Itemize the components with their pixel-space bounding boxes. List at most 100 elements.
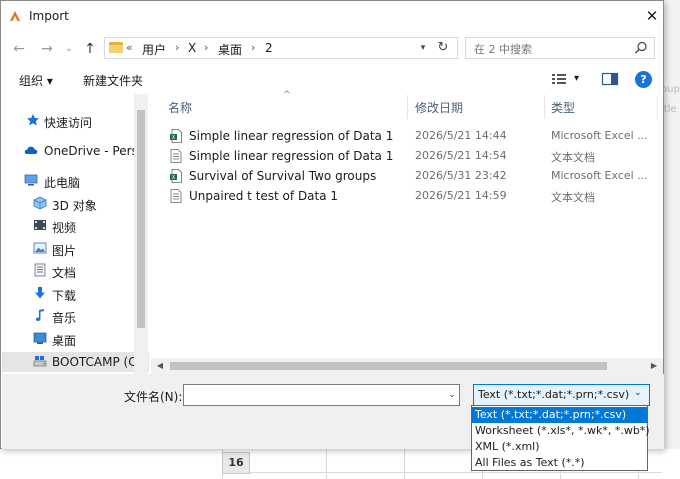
breadcrumb-item[interactable]: 2 (265, 41, 273, 55)
scrollbar-thumb[interactable] (170, 362, 607, 370)
picture-icon (33, 242, 47, 254)
file-row[interactable]: Simple linear regression of Data 1 2026/… (165, 146, 655, 166)
desktop-icon (33, 332, 47, 344)
filetype-dropdown-arrow[interactable]: ⌄ (634, 388, 642, 398)
scroll-right-arrow[interactable]: ▶ (647, 359, 661, 373)
breadcrumb-item[interactable]: 桌面 (218, 41, 242, 58)
navigation-pane-scrollbar[interactable] (134, 94, 148, 376)
filetype-option[interactable]: Worksheet (*.xls*, *.wk*, *.wb*) (472, 423, 650, 439)
nav-item-onedrive[interactable]: OneDrive - Perso (2, 141, 149, 161)
nav-item-label: 视频 (52, 221, 77, 235)
filetype-option[interactable]: XML (*.xml) (472, 439, 647, 455)
breadcrumb-overflow[interactable]: « (126, 41, 133, 54)
nav-item-this-pc[interactable]: 此电脑 (2, 171, 149, 191)
breadcrumb-separator[interactable]: › (251, 41, 255, 54)
video-icon (34, 220, 46, 230)
nav-item-label: BOOTCAMP (C (52, 355, 137, 369)
drive-icon (33, 356, 47, 367)
nav-item-documents[interactable]: 文档 (2, 261, 149, 281)
nav-item-label: 图片 (52, 244, 77, 258)
filetype-option[interactable]: All Files as Text (*.*) (472, 455, 647, 471)
search-input[interactable] (472, 40, 626, 58)
filetype-option[interactable]: Text (*.txt;*.dat;*.prn;*.csv) (472, 407, 647, 423)
nav-item-label: 快速访问 (44, 116, 93, 130)
nav-item-downloads[interactable]: 下载 (2, 284, 149, 304)
column-header-type[interactable]: 类型 (551, 99, 575, 116)
nav-item-desktop[interactable]: 桌面 (2, 329, 149, 349)
close-button[interactable]: ✕ (641, 5, 663, 27)
filename-combobox[interactable]: ⌄ (183, 384, 460, 406)
file-name: Simple linear regression of Data 1 (189, 129, 394, 143)
excel-file-icon: X (170, 129, 182, 143)
organize-button[interactable]: 组织 ▾ (19, 72, 53, 89)
file-row[interactable]: X Simple linear regression of Data 1 202… (165, 126, 655, 146)
recent-locations-button[interactable]: ⌄ (59, 39, 79, 59)
cube-icon (33, 196, 47, 210)
nav-item-label: 下载 (52, 289, 77, 303)
view-options-icon[interactable] (550, 71, 568, 87)
nav-item-quick-access[interactable]: 快速访问 (2, 111, 149, 131)
nav-item-label: 3D 对象 (52, 199, 97, 213)
file-type: 文本文档 (551, 191, 595, 204)
nav-item-bootcamp-drive[interactable]: BOOTCAMP (C (2, 352, 149, 372)
breadcrumb-item[interactable]: X (188, 41, 196, 55)
text-file-icon (170, 189, 182, 203)
breadcrumb-separator[interactable]: › (204, 41, 208, 54)
search-box[interactable] (465, 37, 655, 59)
new-folder-button[interactable]: 新建文件夹 (83, 72, 143, 89)
folder-icon (109, 42, 123, 53)
view-dropdown-arrow[interactable]: ▾ (574, 73, 579, 84)
filetype-select[interactable]: Text (*.txt;*.dat;*.prn;*.csv) ⌄ (473, 384, 650, 406)
scrollbar-thumb[interactable] (137, 110, 145, 328)
nav-item-videos[interactable]: 视频 (2, 216, 149, 236)
file-date: 2026/5/21 14:44 (415, 129, 507, 142)
file-row[interactable]: Unpaired t test of Data 1 2026/5/21 14:5… (165, 186, 655, 206)
download-icon (35, 287, 45, 299)
text-file-icon (170, 149, 182, 163)
filename-label: 文件名(N): (124, 390, 183, 404)
file-type: Microsoft Excel ... (551, 169, 648, 182)
address-history-dropdown[interactable]: ▾ (414, 39, 432, 57)
address-bar[interactable]: « 用户 › X › 桌面 › 2 (104, 37, 458, 59)
document-icon (34, 263, 46, 277)
row-number[interactable]: 16 (222, 452, 250, 474)
scroll-left-arrow[interactable]: ◀ (153, 359, 167, 373)
navigation-pane[interactable]: 快速访问 OneDrive - Perso 此电脑 3D 对象 视频 图片 文档… (2, 94, 149, 374)
file-row[interactable]: X Survival of Survival Two groups 2026/5… (165, 166, 655, 186)
nav-item-label: 此电脑 (44, 176, 81, 190)
excel-file-icon: X (170, 169, 182, 183)
file-name: Survival of Survival Two groups (189, 169, 377, 183)
cloud-icon (24, 146, 38, 154)
column-header-name[interactable]: 名称 (168, 99, 192, 116)
back-button[interactable]: ← (9, 39, 29, 59)
up-button[interactable]: ↑ (80, 39, 100, 59)
file-date: 2026/5/21 14:59 (415, 189, 507, 202)
forward-button[interactable]: → (37, 39, 57, 59)
file-name: Unpaired t test of Data 1 (189, 189, 339, 203)
file-list-horizontal-scrollbar[interactable]: ◀ ▶ (151, 358, 663, 374)
file-type: 文本文档 (551, 151, 595, 164)
breadcrumb-item[interactable]: 用户 (142, 41, 166, 58)
filetype-dropdown-list[interactable]: Text (*.txt;*.dat;*.prn;*.csv) Worksheet… (471, 405, 650, 471)
preview-pane-icon[interactable] (601, 71, 619, 87)
nav-item-3d-objects[interactable]: 3D 对象 (2, 194, 149, 214)
file-date: 2026/5/31 23:42 (415, 169, 507, 182)
filename-dropdown-arrow[interactable]: ⌄ (446, 387, 458, 403)
title-bar[interactable]: Import ✕ (1, 1, 663, 31)
nav-item-pictures[interactable]: 图片 (2, 239, 149, 259)
file-date: 2026/5/21 14:54 (415, 149, 507, 162)
filetype-selected-value: Text (*.txt;*.dat;*.prn;*.csv) (478, 388, 630, 401)
help-icon[interactable]: ? (635, 71, 652, 88)
file-name: Simple linear regression of Data 1 (189, 149, 394, 163)
import-dialog: Import ✕ ← → ⌄ ↑ « 用户 › X › 桌面 › 2 ▾ ↻ 组… (0, 0, 664, 449)
search-icon (635, 41, 647, 54)
breadcrumb-separator[interactable]: › (175, 41, 179, 54)
filename-input[interactable] (188, 387, 440, 405)
svg-text:X: X (172, 135, 176, 141)
refresh-icon[interactable]: ↻ (434, 39, 452, 57)
column-header-date[interactable]: 修改日期 (415, 99, 463, 116)
nav-item-music[interactable]: 音乐 (2, 306, 149, 326)
file-type: Microsoft Excel ... (551, 129, 648, 142)
nav-item-label: 桌面 (52, 334, 77, 348)
svg-text:X: X (172, 175, 176, 181)
